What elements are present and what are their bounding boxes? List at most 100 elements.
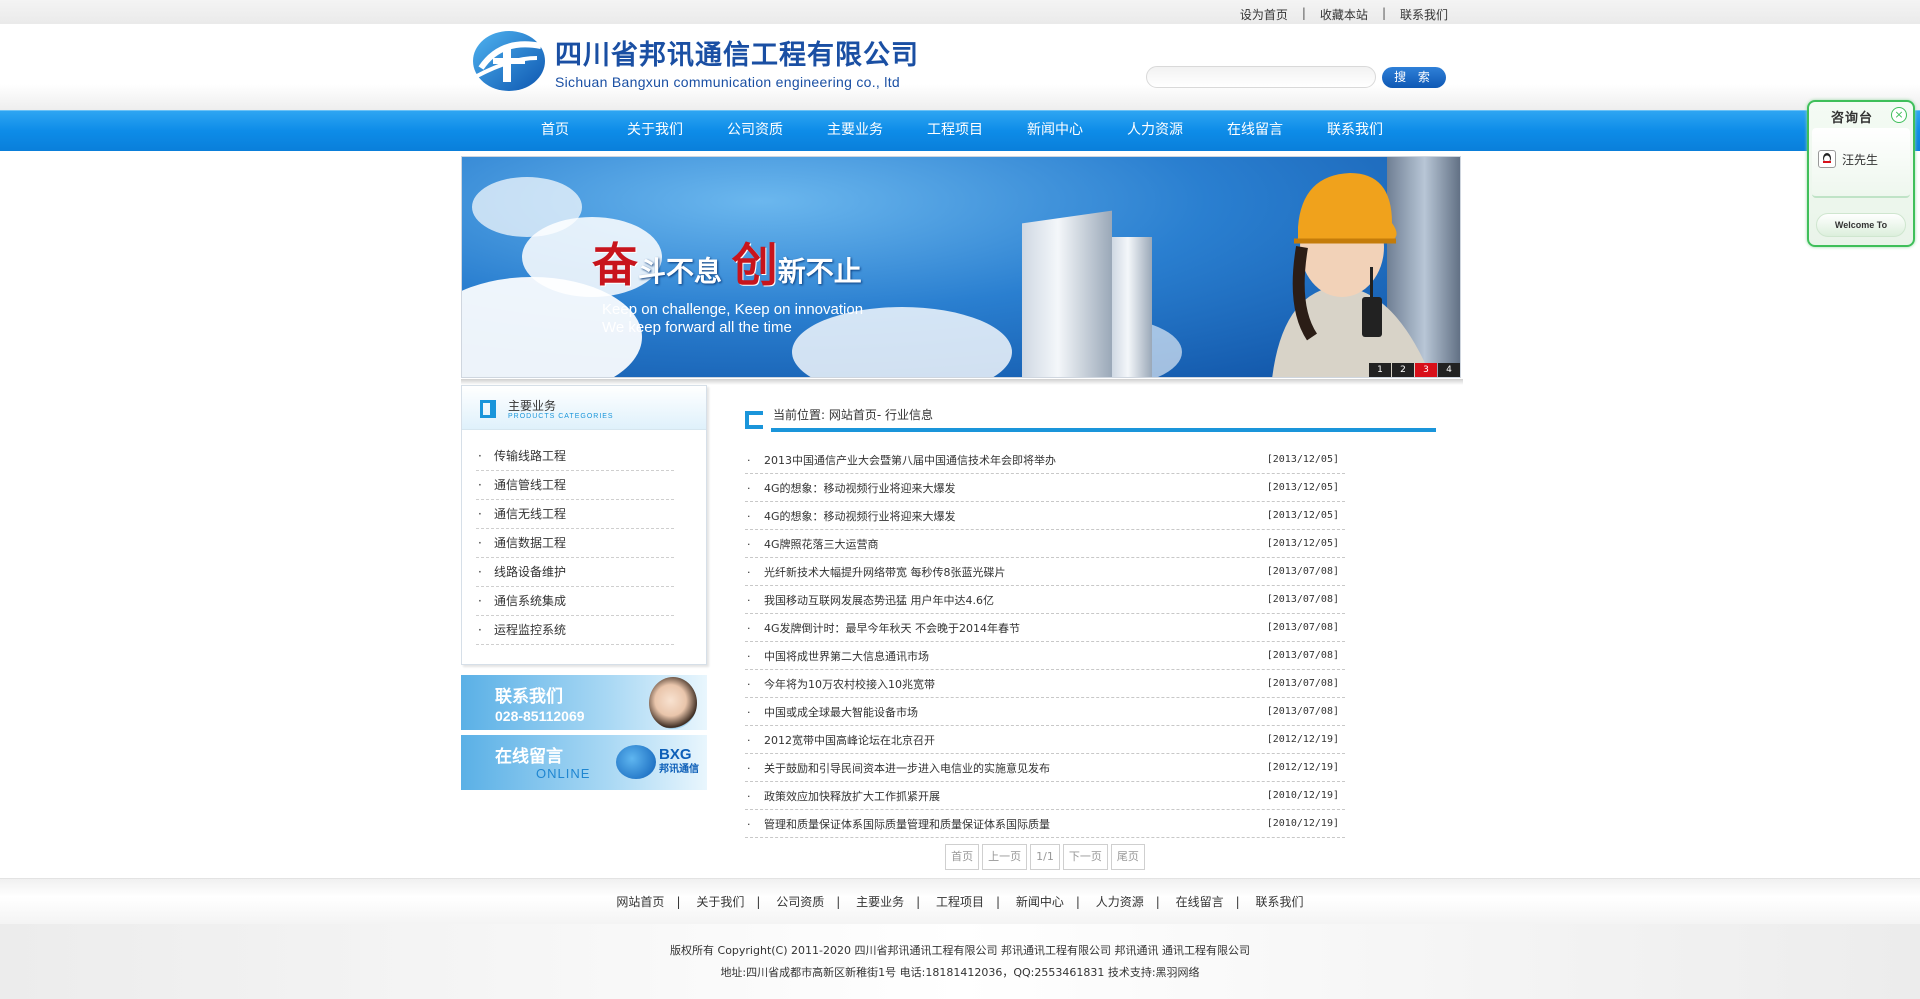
footer-link-home[interactable]: 网站首页	[616, 895, 664, 909]
category-item[interactable]: · 运程监控系统	[476, 616, 674, 645]
category-item[interactable]: · 通信数据工程	[476, 529, 674, 558]
online-ad-title: 在线留言	[495, 747, 563, 767]
news-row[interactable]: · 政策效应加快释放扩大工作抓紧开展 [2010/12/19]	[745, 782, 1345, 810]
news-row[interactable]: · 4G牌照花落三大运营商 [2013/12/05]	[745, 530, 1345, 558]
nav-home[interactable]: 首页	[505, 120, 605, 140]
footer-link-message[interactable]: 在线留言	[1176, 895, 1224, 909]
search-input[interactable]	[1146, 66, 1376, 88]
news-title[interactable]: 今年将为10万农村校接入10兆宽带	[764, 678, 935, 691]
hero-banner[interactable]: 奋斗不息 创新不止 Keep on challenge, Keep on inn…	[461, 156, 1461, 378]
news-row[interactable]: · 关于鼓励和引导民间资本进一步进入电信业的实施意见发布 [2012/12/19]	[745, 754, 1345, 782]
footer-link-business[interactable]: 主要业务	[856, 895, 904, 909]
news-date: [2013/12/05]	[1266, 510, 1339, 521]
category-item[interactable]: · 传输线路工程	[476, 442, 674, 471]
top-strip: 设为首页 | 收藏本站 | 联系我们	[0, 0, 1920, 24]
news-row[interactable]: · 中国或成全球最大智能设备市场 [2013/07/08]	[745, 698, 1345, 726]
consult-widget: 咨询台 × 汪先生 Welcome To	[1807, 100, 1915, 247]
consult-welcome: Welcome To	[1816, 213, 1906, 237]
bxg-logo: BXG 邦讯通信	[616, 745, 699, 779]
nav-contact[interactable]: 联系我们	[1305, 120, 1405, 140]
footer-link-contact[interactable]: 联系我们	[1256, 895, 1304, 909]
news-title[interactable]: 中国将成世界第二大信息通讯市场	[764, 650, 929, 663]
bookmark-link[interactable]: 收藏本站	[1320, 6, 1368, 23]
category-label: 通信无线工程	[494, 507, 567, 521]
pager-last[interactable]: 尾页	[1110, 844, 1145, 870]
news-row[interactable]: · 光纤新技术大幅提升网络带宽 每秒传8张蓝光碟片 [2013/07/08]	[745, 558, 1345, 586]
logo-emblem-icon	[471, 28, 547, 94]
news-title[interactable]: 4G的想象：移动视频行业将迎来大爆发	[764, 482, 956, 495]
banner-page-1[interactable]: 1	[1369, 363, 1391, 377]
contact-ad-title: 联系我们	[495, 687, 563, 707]
qq-contact[interactable]: 汪先生	[1818, 150, 1878, 168]
contact-us-ad[interactable]: 联系我们 028-85112069	[461, 675, 707, 730]
company-logo[interactable]: 四川省邦讯通信工程有限公司 Sichuan Bangxun communicat…	[471, 28, 919, 94]
news-row[interactable]: · 2012宽带中国高峰论坛在北京召开 [2012/12/19]	[745, 726, 1345, 754]
news-title[interactable]: 管理和质量保证体系国际质量管理和质量保证体系国际质量	[764, 818, 1050, 831]
nav-news[interactable]: 新闻中心	[1005, 120, 1105, 140]
bxg-emblem-icon	[616, 745, 656, 779]
footer-link-qualification[interactable]: 公司资质	[776, 895, 824, 909]
banner-english-text: Keep on challenge, Keep on innovation We…	[602, 301, 863, 337]
nav-items: 首页 关于我们 公司资质 主要业务 工程项目 新闻中心 人力资源 在线留言 联系…	[505, 120, 1405, 140]
news-title[interactable]: 2012宽带中国高峰论坛在北京召开	[764, 734, 935, 747]
banner-page-3[interactable]: 3	[1415, 363, 1437, 377]
category-header: 主要业务 PRODUCTS CATEGORIES	[462, 386, 706, 430]
nav-about[interactable]: 关于我们	[605, 120, 705, 140]
news-title[interactable]: 2013中国通信产业大会暨第八届中国通信技术年会即将举办	[764, 454, 1056, 467]
news-row[interactable]: · 中国将成世界第二大信息通讯市场 [2013/07/08]	[745, 642, 1345, 670]
category-item[interactable]: · 通信无线工程	[476, 500, 674, 529]
news-date: [2013/07/08]	[1266, 678, 1339, 689]
pager-first[interactable]: 首页	[945, 844, 980, 870]
footer-link-about[interactable]: 关于我们	[696, 895, 744, 909]
news-title[interactable]: 4G牌照花落三大运营商	[764, 538, 879, 551]
header: 四川省邦讯通信工程有限公司 Sichuan Bangxun communicat…	[0, 24, 1920, 110]
banner-en-line: We keep forward all the time	[602, 319, 792, 336]
news-title[interactable]: 关于鼓励和引导民间资本进一步进入电信业的实施意见发布	[764, 762, 1050, 775]
banner-en-line: Keep on challenge, Keep on innovation	[602, 301, 864, 318]
news-title[interactable]: 4G发牌倒计时：最早今年秋天 不会晚于2014年春节	[764, 622, 1020, 635]
nav-hr[interactable]: 人力资源	[1105, 120, 1205, 140]
nav-qualification[interactable]: 公司资质	[705, 120, 805, 140]
news-row[interactable]: · 4G的想象：移动视频行业将迎来大爆发 [2013/12/05]	[745, 502, 1345, 530]
nav-message[interactable]: 在线留言	[1205, 120, 1305, 140]
logo-chinese-name: 四川省邦讯通信工程有限公司	[555, 39, 919, 71]
footer-link-news[interactable]: 新闻中心	[1016, 895, 1064, 909]
set-homepage-link[interactable]: 设为首页	[1240, 6, 1288, 23]
news-date: [2013/12/05]	[1266, 538, 1339, 549]
consult-body: 汪先生	[1812, 128, 1910, 198]
nav-projects[interactable]: 工程项目	[905, 120, 1005, 140]
news-title[interactable]: 我国移动互联网发展态势迅猛 用户年中达4.6亿	[764, 594, 994, 607]
news-row[interactable]: · 今年将为10万农村校接入10兆宽带 [2013/07/08]	[745, 670, 1345, 698]
category-list: · 传输线路工程 · 通信管线工程 · 通信无线工程 · 通信数据工程 · 线路设备维护 …	[462, 430, 706, 645]
news-row[interactable]: · 管理和质量保证体系国际质量管理和质量保证体系国际质量 [2010/12/19]	[745, 810, 1345, 838]
news-row[interactable]: · 4G发牌倒计时：最早今年秋天 不会晚于2014年春节 [2013/07/08]	[745, 614, 1345, 642]
banner-page-4[interactable]: 4	[1438, 363, 1460, 377]
top-contact-link[interactable]: 联系我们	[1400, 6, 1448, 23]
category-item[interactable]: · 通信系统集成	[476, 587, 674, 616]
news-title[interactable]: 光纤新技术大幅提升网络带宽 每秒传8张蓝光碟片	[764, 566, 1006, 579]
footer-copyright: 版权所有 Copyright(C) 2011-2020 四川省邦讯通讯工程有限公…	[670, 944, 1250, 957]
news-row[interactable]: · 2013中国通信产业大会暨第八届中国通信技术年会即将举办 [2013/12/05…	[745, 446, 1345, 474]
news-title[interactable]: 4G的想象：移动视频行业将迎来大爆发	[764, 510, 956, 523]
banner-page-2[interactable]: 2	[1392, 363, 1414, 377]
footer-nav: 网站首页 | 关于我们 | 公司资质 | 主要业务 | 工程项目 | 新闻中心 | 人力资源…	[0, 878, 1920, 924]
category-item[interactable]: · 通信管线工程	[476, 471, 674, 500]
category-subtitle: PRODUCTS CATEGORIES	[508, 413, 614, 420]
online-message-ad[interactable]: 在线留言 ONLINE BXG 邦讯通信	[461, 735, 707, 790]
news-row[interactable]: · 4G的想象：移动视频行业将迎来大爆发 [2013/12/05]	[745, 474, 1345, 502]
close-icon[interactable]: ×	[1891, 107, 1907, 123]
category-item[interactable]: · 线路设备维护	[476, 558, 674, 587]
footer-link-projects[interactable]: 工程项目	[936, 895, 984, 909]
pager-next[interactable]: 下一页	[1062, 844, 1108, 870]
news-title[interactable]: 政策效应加快释放扩大工作抓紧开展	[764, 790, 940, 803]
pager-prev[interactable]: 上一页	[982, 844, 1028, 870]
news-title[interactable]: 中国或成全球最大智能设备市场	[764, 706, 918, 719]
search-button[interactable]: 搜 索	[1382, 66, 1446, 88]
news-row[interactable]: · 我国移动互联网发展态势迅猛 用户年中达4.6亿 [2013/07/08]	[745, 586, 1345, 614]
footer-link-hr[interactable]: 人力资源	[1096, 895, 1144, 909]
news-date: [2013/12/05]	[1266, 454, 1339, 465]
slogan-text-1: 斗不息	[638, 255, 723, 288]
news-pager: 首页 上一页 1/1 下一页 尾页	[745, 844, 1345, 870]
breadcrumb-underline	[771, 428, 1436, 432]
nav-business[interactable]: 主要业务	[805, 120, 905, 140]
